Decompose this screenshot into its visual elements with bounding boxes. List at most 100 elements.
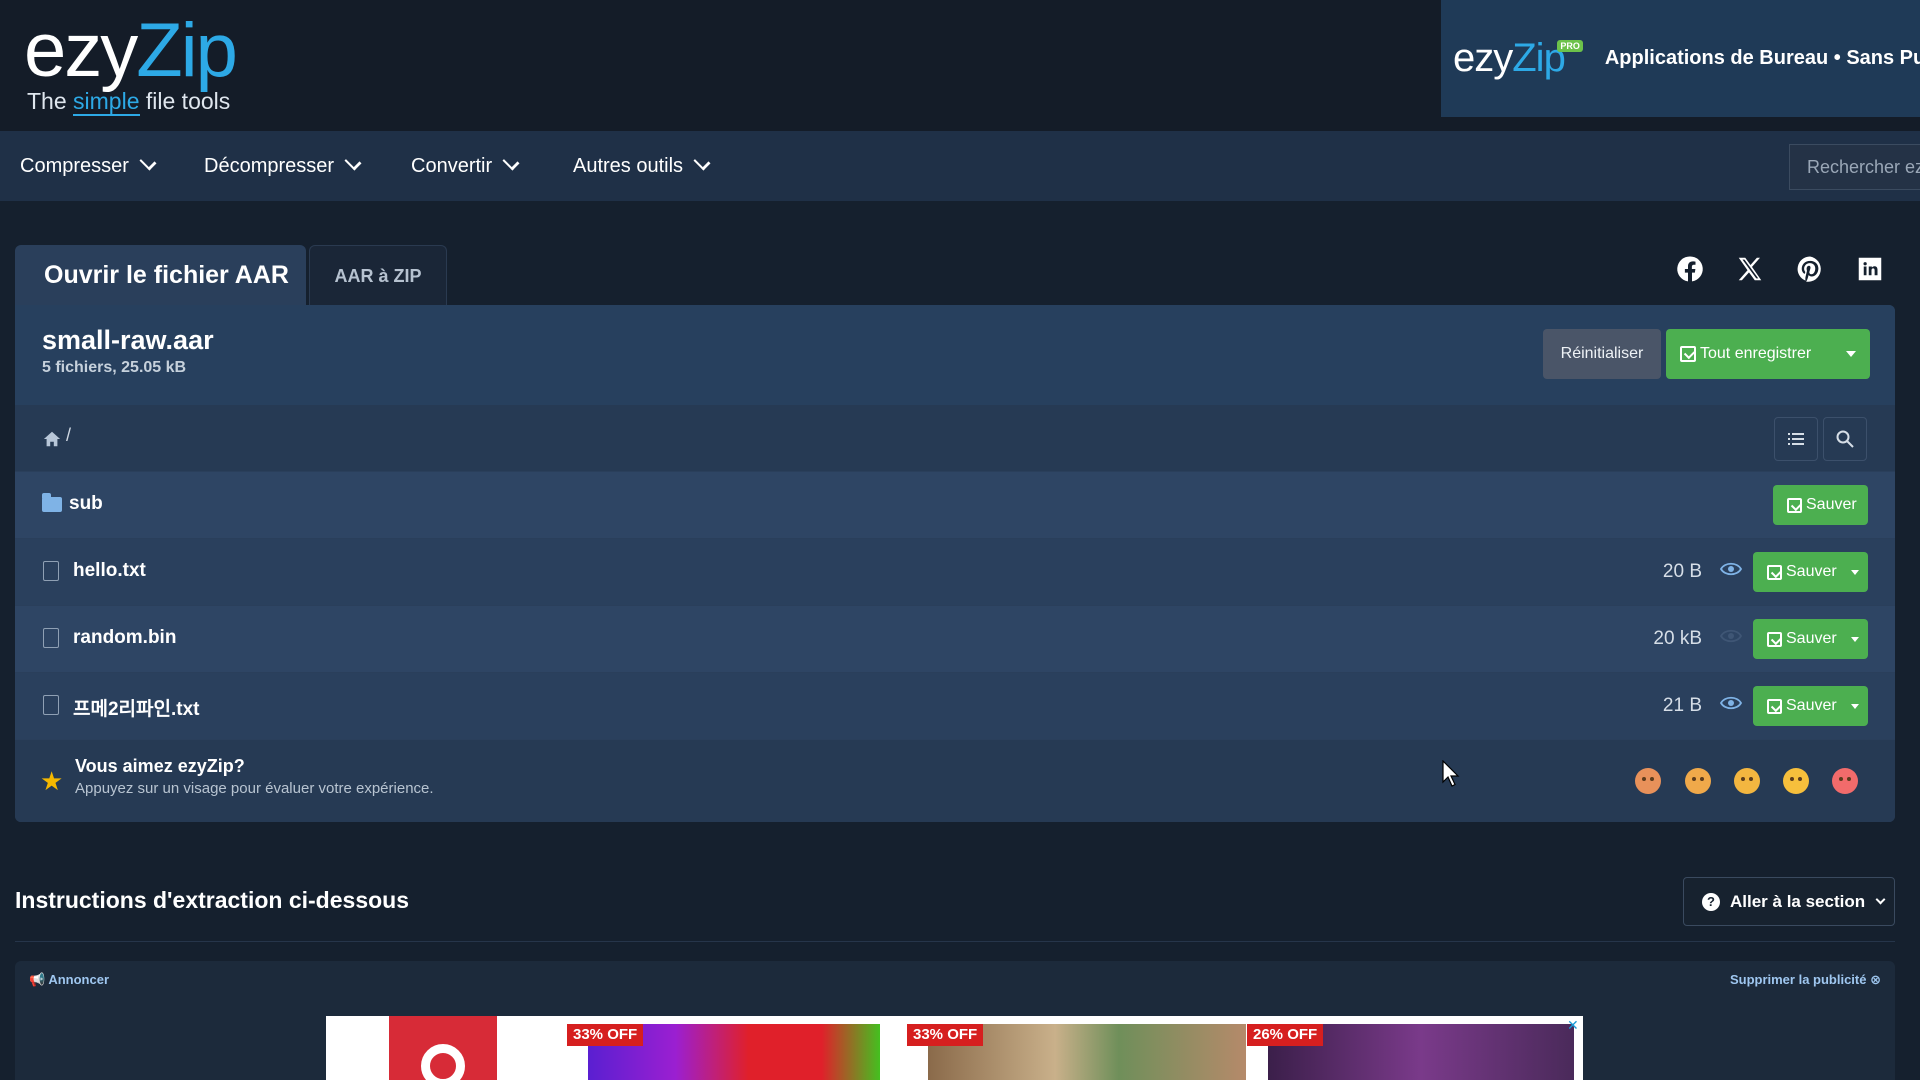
logo-ezy: ezy <box>24 8 138 93</box>
angry-face-icon[interactable] <box>1635 768 1661 794</box>
tagline-pre: The <box>27 88 74 114</box>
file-row[interactable]: hello.txt 20 B Sauver <box>15 539 1895 605</box>
ad-announce[interactable]: 📢 Annoncer <box>29 972 109 988</box>
nav-compresser[interactable]: Compresser <box>20 131 157 201</box>
nav-compresser-label: Compresser <box>20 154 129 177</box>
tab-aar-to-zip-label: AAR à ZIP <box>334 265 422 286</box>
eye-icon[interactable] <box>1719 696 1743 710</box>
facebook-icon[interactable] <box>1671 250 1709 288</box>
pinterest-icon[interactable] <box>1791 250 1829 288</box>
search-placeholder: Rechercher ez <box>1807 156 1920 177</box>
divider <box>15 941 1895 942</box>
file-icon <box>43 695 59 715</box>
save-icon <box>1767 564 1782 580</box>
file-row[interactable]: 프메2리파인.txt 21 B Sauver <box>15 673 1895 739</box>
save-button[interactable]: Sauver <box>1753 686 1868 726</box>
search-icon <box>1836 430 1854 448</box>
file-name[interactable]: hello.txt <box>73 560 146 582</box>
chevron-down-icon <box>693 153 711 171</box>
x-icon[interactable] <box>1731 250 1769 288</box>
tagline-post: file tools <box>139 88 231 114</box>
search-input[interactable]: Rechercher ez <box>1789 144 1920 190</box>
save-all-button[interactable]: Tout enregistrer <box>1666 329 1870 379</box>
logo-wordmark: ezyZip <box>24 8 238 94</box>
pro-banner-text: Applications de Bureau • Sans Pub <box>1604 47 1920 69</box>
ad-image[interactable] <box>389 1016 497 1080</box>
neutral-face-icon[interactable] <box>1734 768 1760 794</box>
pro-logo: ezyZip PRO <box>1453 36 1583 81</box>
pro-banner[interactable]: ezyZip PRO Applications de Bureau • Sans … <box>1441 0 1920 117</box>
path-bar: / <box>15 405 1895 471</box>
star-icon: ★ <box>40 766 64 796</box>
rating-subtitle: Appuyez sur un visage pour évaluer votre… <box>75 780 434 797</box>
chevron-down-icon <box>139 153 157 171</box>
save-icon <box>1787 497 1802 513</box>
discount-badge: 26% OFF <box>1247 1024 1324 1046</box>
search-files-button[interactable] <box>1823 417 1867 461</box>
archive-name: small-raw.aar <box>42 325 214 355</box>
nav-autres-outils[interactable]: Autres outils <box>573 131 711 201</box>
love-face-icon[interactable] <box>1832 768 1858 794</box>
main-nav: Compresser Décompresser Convertir Autres… <box>0 131 1920 201</box>
nav-decompresser[interactable]: Décompresser <box>204 131 362 201</box>
smile-face-icon[interactable] <box>1783 768 1809 794</box>
caret-down-icon[interactable] <box>1846 351 1856 357</box>
file-name[interactable]: random.bin <box>73 627 176 649</box>
file-icon <box>43 561 59 581</box>
nav-convertir-label: Convertir <box>411 154 493 177</box>
question-icon: ? <box>1702 892 1720 911</box>
nav-decompresser-label: Décompresser <box>204 154 335 177</box>
folder-icon <box>42 493 62 512</box>
archive-header: small-raw.aar 5 fichiers, 25.05 kB Réini… <box>15 305 1895 405</box>
chevron-down-icon <box>1875 894 1886 904</box>
file-row[interactable]: random.bin 20 kB Sauver <box>15 606 1895 672</box>
eye-icon <box>1719 629 1743 643</box>
ad-container: 📢 Annoncer Supprimer la publicité ⊗ 33% … <box>15 961 1895 1080</box>
logo-tagline: The simple file tools <box>27 88 236 116</box>
rating-title: Vous aimez ezyZip? <box>75 756 245 776</box>
file-name[interactable]: sub <box>69 493 103 515</box>
save-button[interactable]: Sauver <box>1773 485 1868 525</box>
chevron-down-icon <box>502 153 520 171</box>
file-name[interactable]: 프메2리파인.txt <box>73 694 199 721</box>
close-icon[interactable]: ✕ <box>1567 1018 1581 1032</box>
save-button[interactable]: Sauver <box>1753 619 1868 659</box>
ad-announce-label: Annoncer <box>48 972 109 987</box>
list-icon <box>1788 433 1804 445</box>
nav-convertir[interactable]: Convertir <box>411 131 520 201</box>
ezyzip-logo[interactable]: ezyZip The simple file tools <box>24 8 238 116</box>
remove-ads-link[interactable]: Supprimer la publicité ⊗ <box>1730 972 1881 988</box>
instructions-title: Instructions d'extraction ci-dessous <box>15 887 409 913</box>
goto-section-button[interactable]: ? Aller à la section <box>1683 877 1895 926</box>
tab-open-aar-label: Ouvrir le fichier AAR <box>44 261 289 289</box>
file-row[interactable]: sub Sauver <box>15 472 1895 538</box>
reset-button[interactable]: Réinitialiser <box>1543 329 1661 379</box>
linkedin-icon[interactable] <box>1851 250 1889 288</box>
caret-down-icon[interactable] <box>1851 637 1859 642</box>
chevron-down-icon <box>344 153 362 171</box>
sad-face-icon[interactable] <box>1685 768 1711 794</box>
home-icon[interactable] <box>43 430 61 448</box>
top-header: ezyZip The simple file tools ezyZip PRO A… <box>0 0 1920 131</box>
reset-button-label: Réinitialiser <box>1560 345 1644 362</box>
ad-banner[interactable]: 33% OFF 33% OFF 26% OFF ✕ <box>326 1016 1583 1080</box>
save-button-label: Sauver <box>1786 563 1837 580</box>
tab-open-aar[interactable]: Ouvrir le fichier AAR <box>15 245 306 306</box>
caret-down-icon[interactable] <box>1851 570 1859 575</box>
save-icon <box>1767 631 1782 647</box>
caret-down-icon[interactable] <box>1851 704 1859 709</box>
mouse-cursor-icon <box>1442 760 1460 787</box>
save-button-label: Sauver <box>1786 630 1837 647</box>
rating-bar: ★ Vous aimez ezyZip? Appuyez sur un visa… <box>15 740 1895 822</box>
file-size: 20 B <box>1662 561 1702 582</box>
tab-aar-to-zip[interactable]: AAR à ZIP <box>309 245 447 306</box>
list-view-button[interactable] <box>1774 417 1818 461</box>
save-button-label: Sauver <box>1806 496 1857 513</box>
eye-icon[interactable] <box>1719 562 1743 576</box>
save-button[interactable]: Sauver <box>1753 552 1868 592</box>
save-button-label: Sauver <box>1786 697 1837 714</box>
save-all-label: Tout enregistrer <box>1700 345 1812 362</box>
file-size: 21 B <box>1662 695 1702 716</box>
path-text: / <box>66 425 72 445</box>
logo-zip: Zip <box>136 8 238 93</box>
